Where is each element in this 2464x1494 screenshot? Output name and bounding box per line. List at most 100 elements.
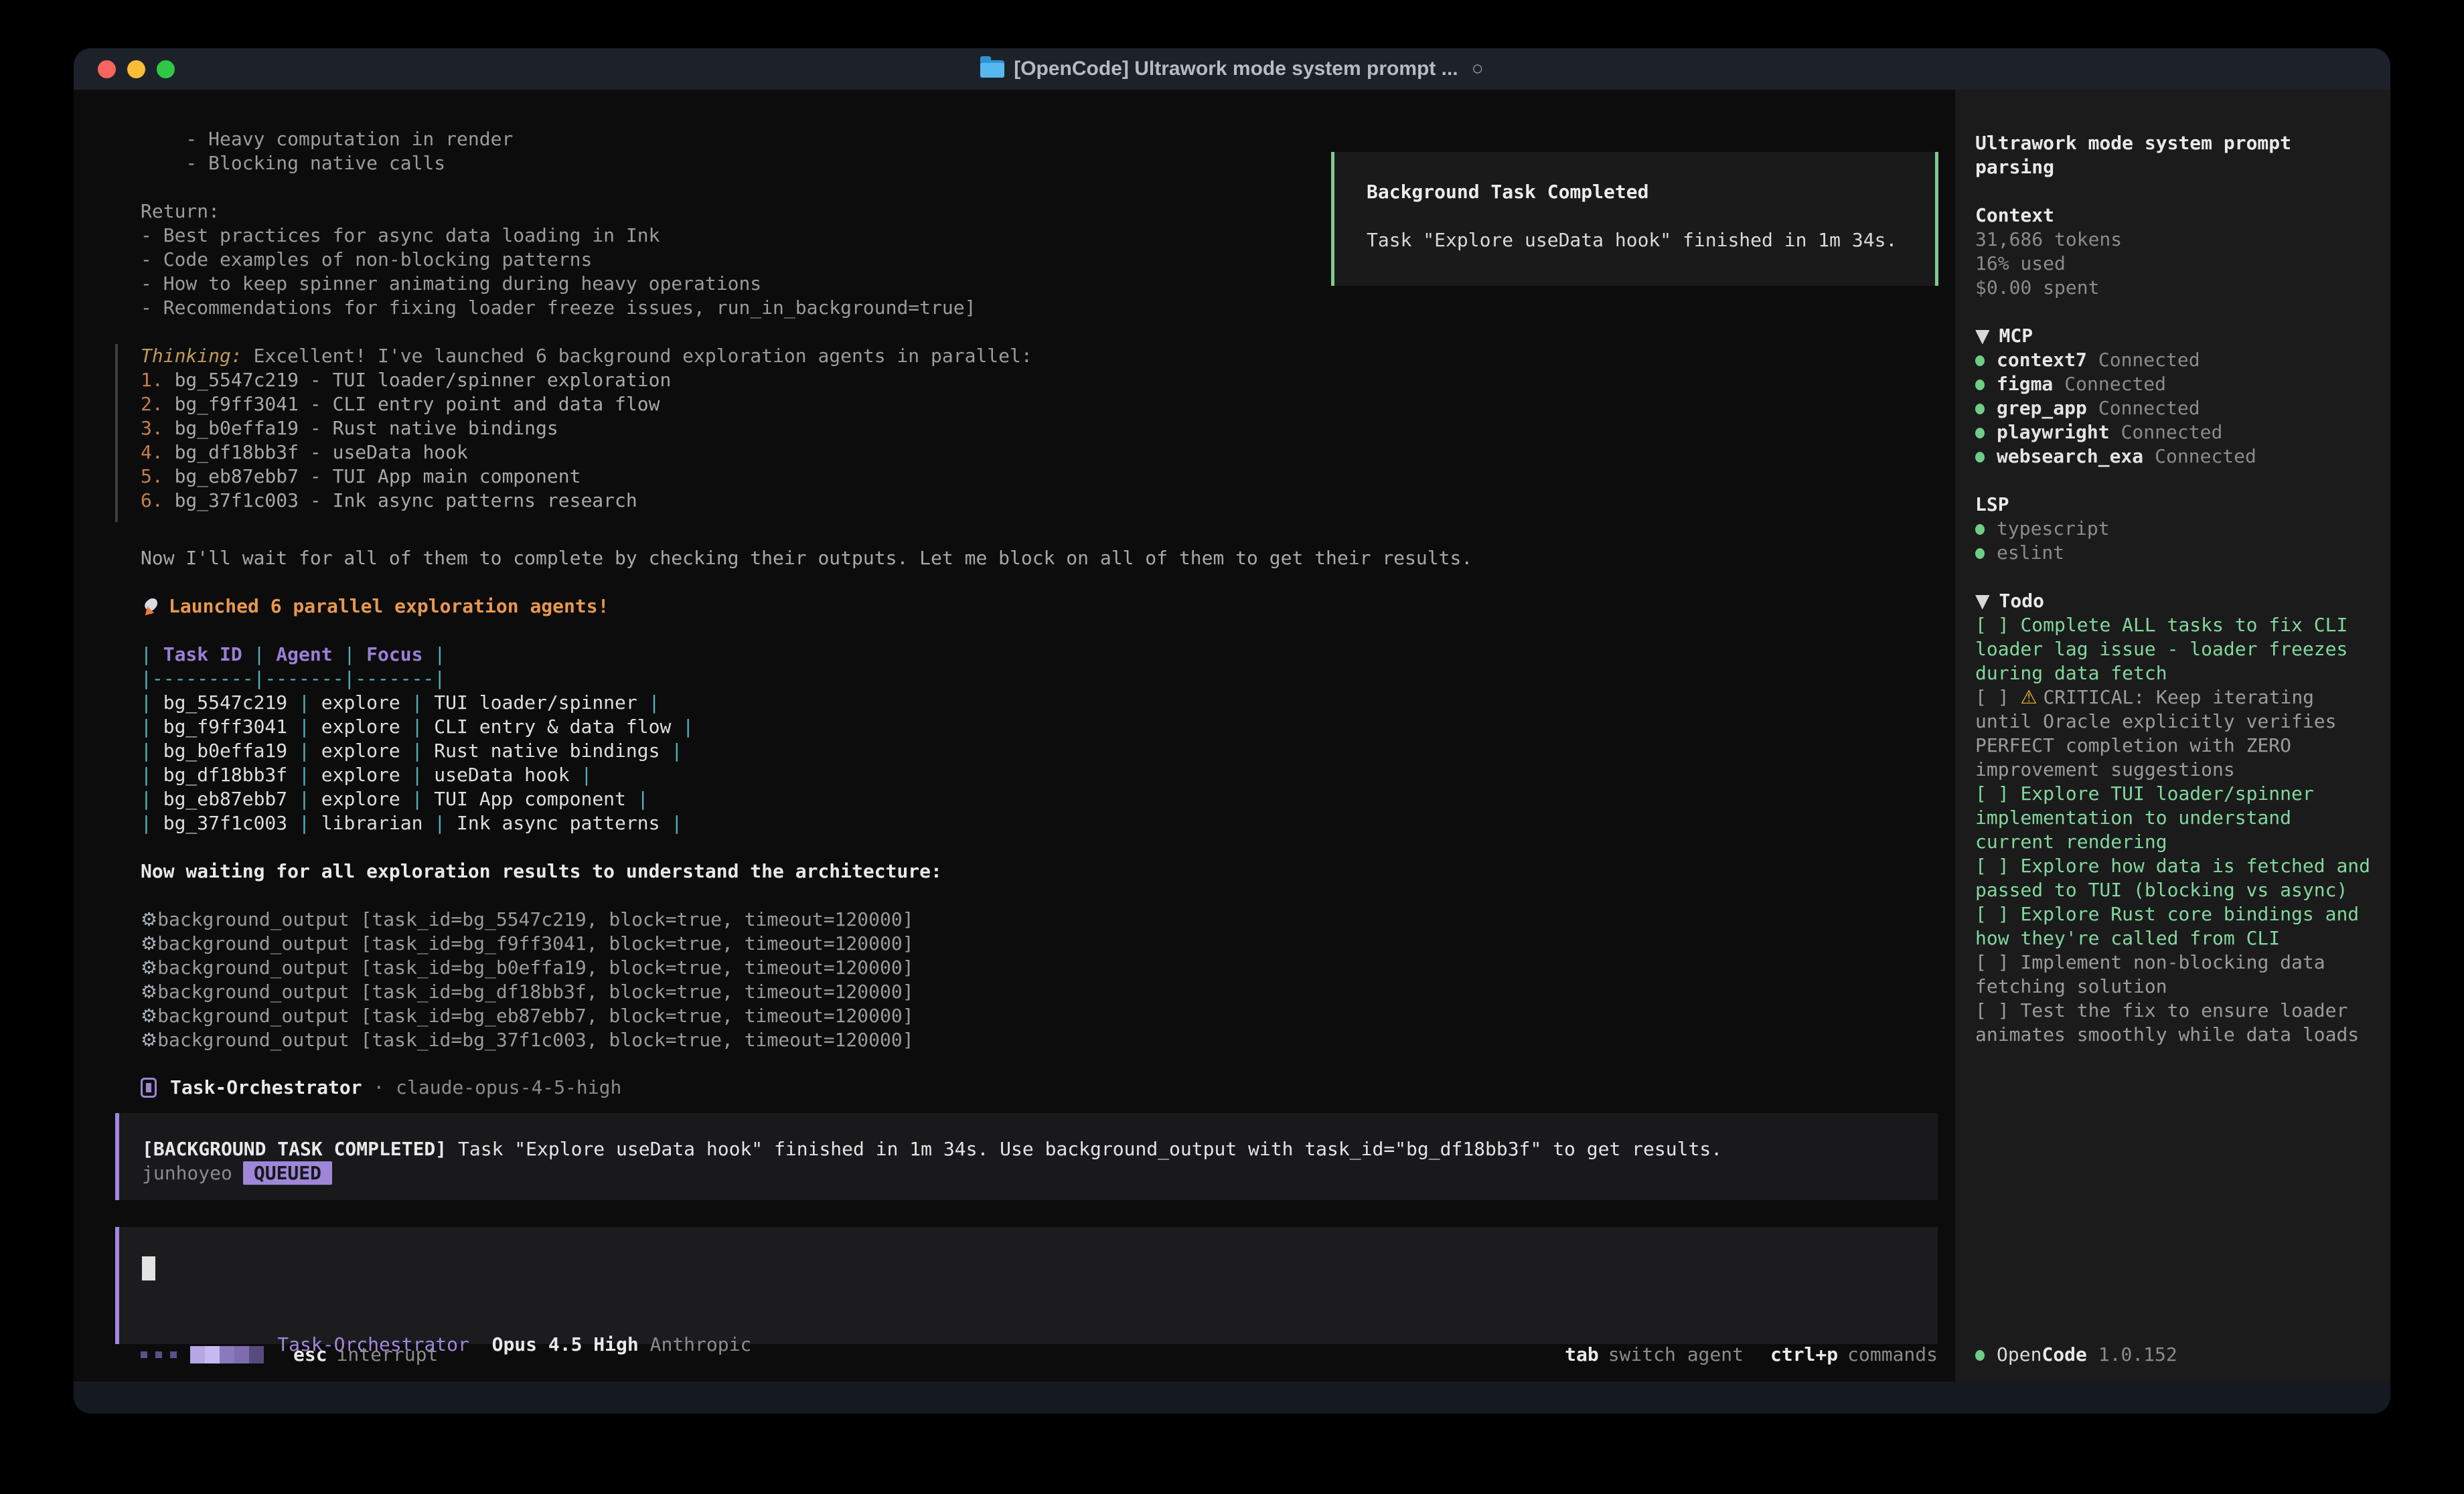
thinking-item: 3. bg_b0effa19 - Rust native bindings <box>141 416 1955 440</box>
mcp-item: context7Connected <box>1975 348 2374 372</box>
thinking-item: 4. bg_df18bb3f - useData hook <box>141 440 1955 465</box>
table-row: | bg_37f1c003 | librarian | Ink async pa… <box>141 811 1955 835</box>
mcp-item: grep_appConnected <box>1975 396 2374 420</box>
lsp-item: eslint <box>1975 541 2374 565</box>
app-version <box>2087 1343 2098 1365</box>
tab-key-label: switch agent <box>1608 1343 1744 1367</box>
lsp-item: typescript <box>1975 517 2374 541</box>
table-row: | bg_5547c219 | explore | TUI loader/spi… <box>141 691 1955 715</box>
completed-message-line: [BACKGROUND TASK COMPLETED] Task "Explor… <box>142 1137 1918 1161</box>
collapse-arrow-icon[interactable]: ▼ <box>1975 590 1990 612</box>
tool-call-list: ⚙background_output [task_id=bg_5547c219,… <box>141 908 1955 1052</box>
todo-item[interactable]: [ ] Complete ALL tasks to fix CLI loader… <box>1975 613 2374 685</box>
tool-call-line: ⚙background_output [task_id=bg_b0effa19,… <box>141 956 1955 980</box>
title-bar[interactable]: [OpenCode] Ultrawork mode system prompt … <box>74 48 2390 90</box>
completed-text: Task "Explore useData hook" finished in … <box>447 1138 1722 1160</box>
todo-item[interactable]: [ ] ⚠ CRITICAL: Keep iterating until Ora… <box>1975 685 2374 782</box>
waiting-line: Now waiting for all exploration results … <box>141 859 1955 884</box>
spinner-dots-icon <box>141 1351 177 1358</box>
status-dot-icon <box>1975 355 1985 366</box>
terminal-main-pane[interactable]: - Heavy computation in render - Blocking… <box>74 90 1955 1382</box>
ctrlp-key-hint: ctrl+p <box>1770 1343 1838 1367</box>
todo-heading[interactable]: ▼Todo <box>1975 589 2374 613</box>
table-row: | bg_f9ff3041 | explore | CLI entry & da… <box>141 715 1955 739</box>
sidebar-footer: OpenCode 1.0.152 <box>1975 1343 2177 1367</box>
zoom-button[interactable] <box>157 60 175 78</box>
completed-meta-line: junhoyeo QUEUED <box>142 1161 1918 1185</box>
gear-icon: ⚙ <box>141 1005 157 1027</box>
mcp-heading[interactable]: ▼MCP <box>1975 324 2374 348</box>
todo-item[interactable]: [ ] Explore how data is fetched and pass… <box>1975 854 2374 902</box>
spinner-progress-icon <box>190 1346 264 1363</box>
completed-message-panel: [BACKGROUND TASK COMPLETED] Task "Explor… <box>115 1113 1938 1200</box>
tool-call-line: ⚙background_output [task_id=bg_37f1c003,… <box>141 1028 1955 1052</box>
mcp-item: playwrightConnected <box>1975 420 2374 444</box>
lsp-section: LSP typescripteslint <box>1975 493 2374 565</box>
thinking-label: Thinking: <box>141 345 242 367</box>
terminal-line: - Recommendations for fixing loader free… <box>141 296 1955 320</box>
status-bar: esc interrupt tab switch agent ctrl+p co… <box>141 1343 1938 1367</box>
status-dot-icon <box>1975 428 1985 438</box>
status-dot-icon <box>1975 380 1985 390</box>
status-dot-icon <box>1975 452 1985 463</box>
text-cursor <box>142 1256 155 1280</box>
notification-title: Background Task Completed <box>1367 180 1908 204</box>
rocket-text: Launched 6 parallel exploration agents! <box>169 594 609 618</box>
context-used: 16% used <box>1975 252 2374 276</box>
terminal-window: [OpenCode] Ultrawork mode system prompt … <box>74 48 2390 1414</box>
author-name: junhoyeo <box>142 1162 232 1184</box>
thinking-item: 5. bg_eb87ebb7 - TUI App main component <box>141 465 1955 489</box>
prompt-input[interactable]: Task-Orchestrator Opus 4.5 High Anthropi… <box>115 1227 1938 1344</box>
background-task-notification[interactable]: Background Task Completed Task "Explore … <box>1331 152 1938 286</box>
table-separator-row: |---------|-------|-------| <box>141 667 1955 691</box>
context-section: Context 31,686 tokens 16% used $0.00 spe… <box>1975 203 2374 300</box>
rocket-icon <box>141 596 161 616</box>
warning-icon: ⚠ <box>2020 686 2043 708</box>
table-row: | bg_eb87ebb7 | explore | TUI App compon… <box>141 787 1955 811</box>
thinking-item: 2. bg_f9ff3041 - CLI entry point and dat… <box>141 392 1955 416</box>
queued-badge: QUEUED <box>243 1161 332 1185</box>
table-row: | bg_df18bb3f | explore | useData hook | <box>141 763 1955 787</box>
todo-section: ▼Todo [ ] Complete ALL tasks to fix CLI … <box>1975 589 2374 1047</box>
todo-item[interactable]: [ ] Implement non-blocking data fetching… <box>1975 950 2374 999</box>
orchestrator-model: claude-opus-4-5-high <box>396 1076 621 1098</box>
context-heading: Context <box>1975 203 2374 228</box>
orchestrator-line: Task-Orchestrator · claude-opus-4-5-high <box>141 1076 1955 1098</box>
mcp-item: websearch_exaConnected <box>1975 444 2374 469</box>
notification-body: Task "Explore useData hook" finished in … <box>1367 228 1908 252</box>
thinking-item: 6. bg_37f1c003 - Ink async patterns rese… <box>141 489 1955 513</box>
status-dot-icon <box>1975 404 1985 414</box>
thinking-block: Thinking: Excellent! I've launched 6 bac… <box>115 344 1955 522</box>
gear-icon: ⚙ <box>141 957 157 979</box>
status-circle-icon: ○ <box>1472 58 1484 80</box>
thinking-item: 1. bg_5547c219 - TUI loader/spinner expl… <box>141 368 1955 392</box>
status-dot-icon <box>1975 1350 1985 1361</box>
mcp-section: ▼MCP context7ConnectedfigmaConnectedgrep… <box>1975 324 2374 469</box>
status-dot-icon <box>1975 548 1985 559</box>
completed-prefix: [BACKGROUND TASK COMPLETED] <box>142 1138 447 1160</box>
orchestrator-name: Task-Orchestrator <box>170 1076 362 1098</box>
collapse-arrow-icon[interactable]: ▼ <box>1975 325 1990 347</box>
tool-call-line: ⚙background_output [task_id=bg_df18bb3f,… <box>141 980 1955 1004</box>
window-title: [OpenCode] Ultrawork mode system prompt … <box>980 58 1484 80</box>
separator-dot: · <box>362 1076 396 1098</box>
gear-icon: ⚙ <box>141 981 157 1003</box>
todo-item[interactable]: [ ] Test the fix to ensure loader animat… <box>1975 999 2374 1047</box>
todo-item[interactable]: [ ] Explore Rust core bindings and how t… <box>1975 902 2374 950</box>
rocket-announcement: Launched 6 parallel exploration agents! <box>141 594 1955 618</box>
status-dot-icon <box>1975 524 1985 535</box>
tool-call-line: ⚙background_output [task_id=bg_f9ff3041,… <box>141 932 1955 956</box>
agent-icon <box>141 1078 157 1098</box>
agents-table: | Task ID | Agent | Focus | |---------|-… <box>141 643 1955 835</box>
esc-key-hint: esc <box>293 1343 327 1367</box>
todo-item[interactable]: [ ] Explore TUI loader/spinner implement… <box>1975 782 2374 854</box>
terminal-line: - Heavy computation in render <box>141 127 1955 151</box>
tool-call-line: ⚙background_output [task_id=bg_5547c219,… <box>141 908 1955 932</box>
minimize-button[interactable] <box>127 60 145 78</box>
wait-line: Now I'll wait for all of them to complet… <box>141 546 1955 570</box>
sidebar: Ultrawork mode system prompt parsing Con… <box>1955 90 2390 1382</box>
tool-call-line: ⚙background_output [task_id=bg_eb87ebb7,… <box>141 1004 1955 1028</box>
close-button[interactable] <box>98 60 116 78</box>
app-name: Open <box>1997 1343 2042 1365</box>
window-controls <box>98 48 175 90</box>
